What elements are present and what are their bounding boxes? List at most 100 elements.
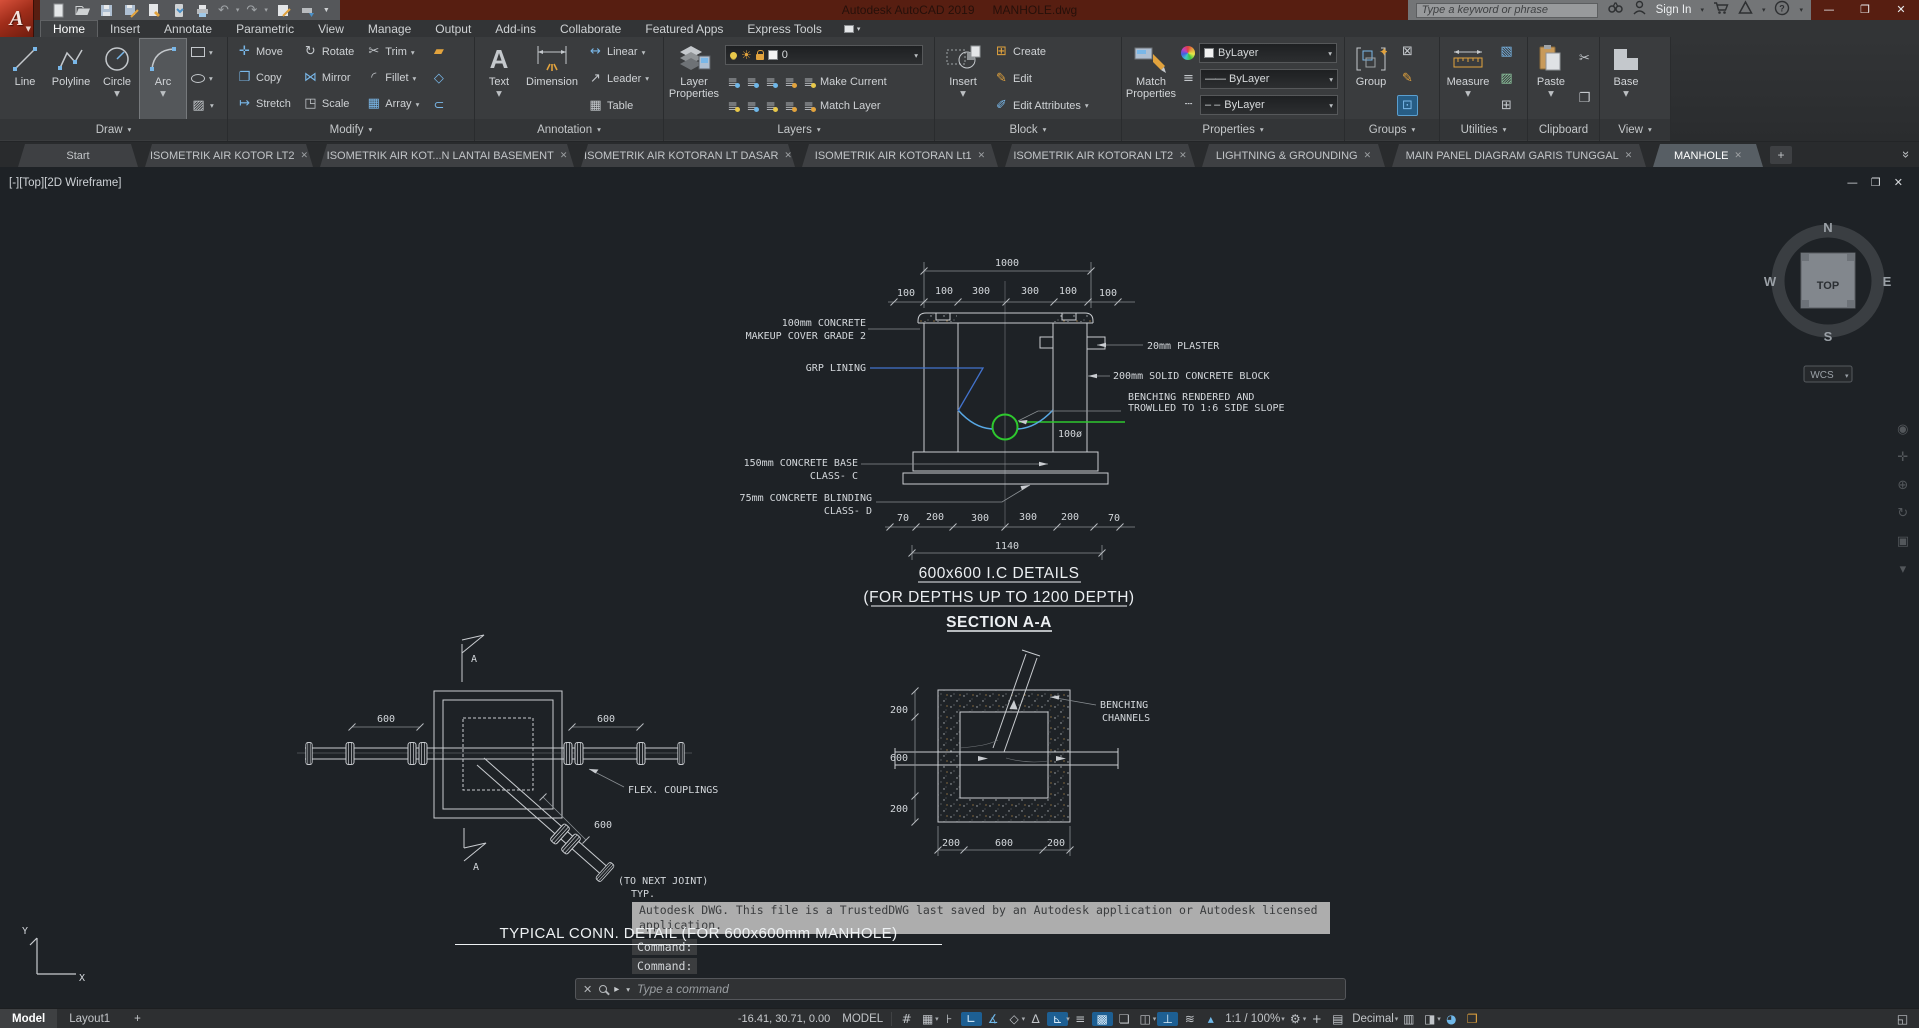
- paste-dropdown-icon[interactable]: ▼: [1548, 88, 1554, 100]
- tab-output[interactable]: Output: [423, 20, 483, 37]
- close-icon[interactable]: ✕: [1625, 151, 1633, 161]
- file-tab[interactable]: ISOMETRIK AIR KOT...N LANTAI BASEMENT✕: [320, 144, 574, 167]
- sign-in-dropdown-icon[interactable]: ▾: [1700, 6, 1704, 14]
- layer-color-swatch[interactable]: [768, 50, 778, 60]
- search-icon[interactable]: [1607, 0, 1623, 20]
- layer-lock-icon[interactable]: ≣: [782, 75, 797, 89]
- linetype-select[interactable]: – –ByLayer▾: [1200, 95, 1338, 115]
- insert-dropdown-icon[interactable]: ▼: [960, 88, 966, 100]
- tab-addins[interactable]: Add-ins: [483, 20, 548, 37]
- model-space-indicator[interactable]: MODEL: [838, 1013, 887, 1025]
- match-properties-button[interactable]: Match Properties: [1124, 39, 1178, 119]
- selection-cycling-toggle[interactable]: ❏: [1114, 1012, 1135, 1026]
- layer-freeze-icon[interactable]: ≣: [763, 75, 778, 89]
- ortho-toggle[interactable]: ∟: [961, 1012, 982, 1026]
- close-icon[interactable]: ✕: [560, 151, 568, 161]
- tab-insert[interactable]: Insert: [98, 20, 152, 37]
- close-button[interactable]: ✕: [1883, 0, 1919, 20]
- tab-parametric[interactable]: Parametric: [224, 20, 306, 37]
- table-button[interactable]: ▦Table: [586, 96, 651, 115]
- make-current-icon[interactable]: ≣: [801, 75, 816, 89]
- transparency-toggle[interactable]: ▩: [1092, 1012, 1113, 1026]
- base-button[interactable]: Base ▼: [1602, 39, 1650, 119]
- lineweight-toggle[interactable]: ≡: [1070, 1012, 1091, 1026]
- match-layer-icon[interactable]: ≣: [801, 99, 816, 113]
- text-dropdown-icon[interactable]: ▼: [496, 88, 502, 100]
- dynamic-input-toggle[interactable]: ⊦: [939, 1012, 960, 1026]
- sign-in-button[interactable]: Sign In: [1656, 4, 1692, 16]
- erase-button[interactable]: ▰: [429, 43, 448, 62]
- create-block-button[interactable]: ⊞Create: [992, 43, 1091, 62]
- layer-unlock-icon[interactable]: [756, 54, 764, 60]
- tab-view[interactable]: View: [306, 20, 356, 37]
- layer-on2-icon[interactable]: ≣: [725, 99, 740, 113]
- polar-tracking-toggle[interactable]: ∡: [983, 1012, 1004, 1026]
- line-button[interactable]: Line: [2, 39, 48, 119]
- rotate-button[interactable]: ↻Rotate: [301, 43, 356, 62]
- ellipse-button[interactable]: ▾: [189, 69, 216, 88]
- layer-on-icon[interactable]: [730, 52, 737, 59]
- batch-plot-icon[interactable]: [299, 2, 316, 19]
- pan-icon[interactable]: ✛: [1897, 450, 1909, 465]
- a360-dropdown-icon[interactable]: ▾: [1762, 6, 1766, 14]
- file-tab[interactable]: ISOMETRIK AIR KOTOR LT2✕: [145, 144, 313, 167]
- drawing-utility-icon[interactable]: [146, 2, 163, 19]
- ungroup-button[interactable]: ⊠: [1398, 43, 1417, 62]
- quick-calc-button[interactable]: ⊞: [1497, 96, 1516, 115]
- viewcube-east[interactable]: E: [1883, 274, 1892, 289]
- tray-icon-3[interactable]: ❐: [1462, 1012, 1483, 1026]
- restore-button[interactable]: ❐: [1847, 0, 1883, 20]
- drawing-area[interactable]: [-][Top][2D Wireframe] — ❐ ✕ ◉ ✛ ⊕ ↻ ▣ ▾: [0, 167, 1919, 1008]
- undo-dropdown-icon[interactable]: ▾: [236, 6, 240, 14]
- tray-icon-1[interactable]: ▥: [1398, 1012, 1419, 1026]
- search-input[interactable]: [1416, 3, 1598, 18]
- object-snap-toggle[interactable]: ⊾: [1047, 1012, 1068, 1026]
- paste-button[interactable]: Paste ▼: [1530, 39, 1572, 119]
- layer-thaw-icon[interactable]: ☀: [741, 48, 752, 62]
- doc-close-button[interactable]: ✕: [1894, 176, 1903, 189]
- trim-button[interactable]: ✂Trim▾: [364, 43, 421, 62]
- layer-dropdown-icon[interactable]: ▾: [914, 51, 918, 60]
- doc-restore-button[interactable]: ❐: [1871, 176, 1881, 189]
- navbar-more-icon[interactable]: ▾: [1897, 562, 1909, 577]
- close-icon[interactable]: ✕: [300, 151, 308, 161]
- panel-label-groups[interactable]: Groups▾: [1345, 119, 1439, 140]
- cut-button[interactable]: ✂: [1575, 50, 1594, 69]
- mobile-share-icon[interactable]: [170, 2, 187, 19]
- panel-label-draw[interactable]: Draw▾: [0, 119, 227, 140]
- lineweight-select[interactable]: ——ByLayer▾: [1200, 69, 1338, 89]
- copy-clip-button[interactable]: ❐: [1575, 90, 1594, 109]
- tab-collaborate[interactable]: Collaborate: [548, 20, 633, 37]
- panel-label-utilities[interactable]: Utilities▾: [1440, 119, 1527, 140]
- minimize-button[interactable]: —: [1811, 0, 1847, 20]
- file-tab[interactable]: ISOMETRIK AIR KOTORAN LT DASAR✕: [581, 144, 795, 167]
- group-button[interactable]: ✦ Group: [1347, 39, 1395, 119]
- layout1-tab[interactable]: Layout1: [57, 1009, 122, 1028]
- undo-icon[interactable]: ↶: [218, 3, 229, 18]
- close-icon[interactable]: ✕: [784, 151, 792, 161]
- zoom-icon[interactable]: ⊕: [1897, 478, 1909, 493]
- make-current-button[interactable]: Make Current: [820, 76, 887, 88]
- panel-label-modify[interactable]: Modify▾: [228, 119, 474, 140]
- panel-label-view[interactable]: View▾: [1600, 119, 1670, 140]
- new-file-icon[interactable]: [50, 2, 67, 19]
- panel-label-layers[interactable]: Layers▾: [664, 119, 934, 140]
- stretch-button[interactable]: ↦Stretch: [235, 95, 293, 114]
- save-icon[interactable]: [98, 2, 115, 19]
- redo-dropdown-icon[interactable]: ▾: [264, 6, 268, 14]
- layer-isolate-icon[interactable]: ≣: [744, 75, 759, 89]
- layer-unisolate-icon[interactable]: ≣: [744, 99, 759, 113]
- layer-properties-button[interactable]: Layer Properties: [666, 39, 722, 119]
- new-layout-button[interactable]: +: [122, 1009, 153, 1028]
- polyline-button[interactable]: Polyline: [48, 39, 94, 119]
- help-dropdown-icon[interactable]: ▾: [1799, 6, 1803, 14]
- layer-off-icon[interactable]: ≣: [725, 75, 740, 89]
- user-icon[interactable]: [1632, 0, 1647, 20]
- annotation-scale[interactable]: 1:1 / 100%: [1221, 1013, 1284, 1025]
- viewport-controls[interactable]: [-][Top][2D Wireframe]: [9, 177, 121, 189]
- viewcube-west[interactable]: W: [1764, 274, 1777, 289]
- file-tab-start[interactable]: Start: [18, 144, 138, 167]
- help-icon[interactable]: ?: [1774, 0, 1790, 21]
- grid-toggle[interactable]: #: [896, 1012, 917, 1026]
- fillet-button[interactable]: ◜Fillet▾: [364, 69, 421, 88]
